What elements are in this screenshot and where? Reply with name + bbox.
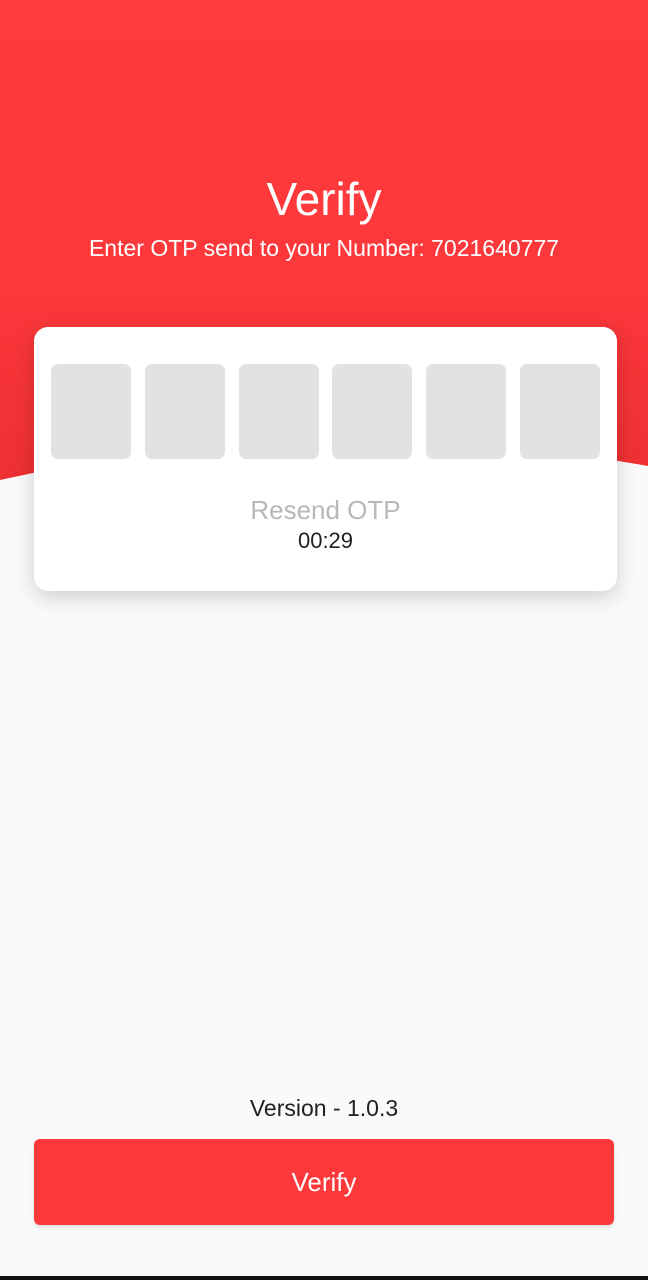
app-version: Version - 1.0.3 (249, 1095, 399, 1121)
otp-digit-4[interactable] (332, 364, 413, 459)
resend-otp-link[interactable]: Resend OTP (34, 494, 617, 526)
bottom-edge (0, 1276, 648, 1280)
otp-digit-3[interactable] (238, 364, 319, 459)
resend-timer: 00:29 (297, 528, 354, 553)
verify-button[interactable]: Verify (34, 1139, 614, 1225)
otp-input-group (51, 364, 600, 459)
otp-card: Resend OTP 00:29 (34, 327, 617, 591)
otp-digit-5[interactable] (426, 364, 507, 459)
otp-digit-6[interactable] (519, 364, 600, 459)
otp-instruction: Enter OTP send to your Number: 702164077… (88, 235, 560, 261)
otp-digit-2[interactable] (144, 364, 225, 459)
otp-digit-1[interactable] (51, 364, 131, 459)
page-title: Verify (266, 173, 382, 225)
